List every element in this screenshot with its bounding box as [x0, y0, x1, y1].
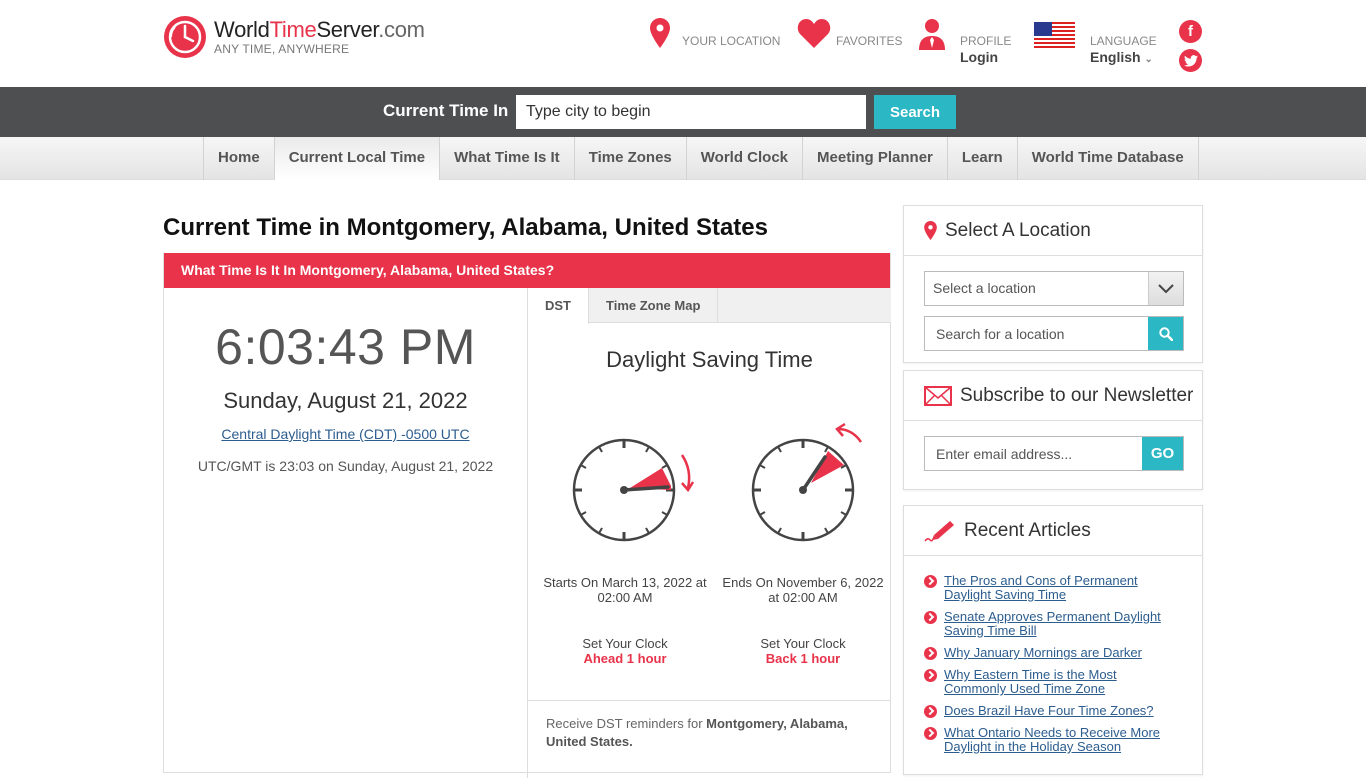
location-select[interactable]: Select a location [924, 271, 1184, 306]
utc-time: UTC/GMT is 23:03 on Sunday, August 21, 2… [197, 458, 494, 474]
dst-tabs: DST Time Zone Map [528, 288, 891, 324]
search-bar: Current Time In Search [0, 87, 1366, 137]
list-item: What Ontario Needs to Receive More Dayli… [924, 726, 1182, 754]
language-label: LANGUAGE [1090, 34, 1157, 48]
list-item: Why January Mornings are Darker [924, 646, 1182, 660]
divider [528, 700, 891, 701]
your-location-link[interactable]: YOUR LOCATION [650, 18, 780, 48]
select-location-box: Select A Location Select a location [903, 205, 1203, 363]
arrow-circle-icon [924, 611, 937, 624]
location-search [924, 316, 1184, 351]
current-date: Sunday, August 21, 2022 [223, 388, 468, 413]
pen-icon [924, 520, 954, 542]
map-pin-icon [650, 18, 670, 48]
nav-home[interactable]: Home [204, 137, 275, 180]
recent-articles-title: Recent Articles [964, 519, 1091, 541]
favorites-label: FAVORITES [836, 34, 903, 48]
end-action: Back 1 hour [765, 651, 841, 666]
article-list: The Pros and Cons of Permanent Daylight … [904, 556, 1202, 754]
current-time: 6:03:43 PM [215, 319, 476, 375]
site-header: WorldTimeServer.com ANY TIME, ANYWHERE Y… [0, 0, 1366, 87]
dst-start-clock-icon [572, 438, 695, 542]
login-link[interactable]: Login [960, 49, 1011, 65]
dst-end-clock-icon [751, 422, 863, 542]
article-link[interactable]: The Pros and Cons of Permanent Daylight … [944, 574, 1182, 602]
facebook-icon[interactable]: f [1179, 20, 1202, 43]
favorites-link[interactable]: FAVORITES [797, 18, 902, 48]
dst-start-set-clock: Set Your Clock Ahead 1 hour [540, 636, 710, 666]
city-search-input[interactable] [516, 95, 866, 129]
arrow-circle-icon [924, 669, 937, 682]
panel-heading: What Time Is It In Montgomery, Alabama, … [164, 253, 890, 288]
map-pin-icon [924, 221, 937, 240]
list-item: Senate Approves Permanent Daylight Savin… [924, 610, 1182, 638]
us-flag-icon [1034, 22, 1075, 48]
set-clock-label: Set Your Clock [760, 636, 846, 651]
newsletter-title: Subscribe to our Newsletter [960, 384, 1194, 406]
article-link[interactable]: Why Eastern Time is the Most Commonly Us… [944, 668, 1182, 696]
language-selector[interactable]: LANGUAGE English ⌄ [1034, 18, 1157, 65]
email-input[interactable] [925, 437, 1142, 470]
nav-current-local-time[interactable]: Current Local Time [274, 137, 441, 180]
search-icon[interactable] [1148, 317, 1183, 350]
heart-icon [797, 19, 831, 48]
arrow-circle-icon [924, 705, 937, 718]
select-location-title: Select A Location [945, 219, 1091, 241]
arrow-circle-icon [924, 575, 937, 588]
timezone-link[interactable]: Central Daylight Time (CDT) -0500 UTC [221, 426, 469, 442]
dst-section: DST Time Zone Map Daylight Saving Time S… [527, 288, 891, 778]
article-link[interactable]: Senate Approves Permanent Daylight Savin… [944, 610, 1182, 638]
your-location-label: YOUR LOCATION [682, 34, 781, 48]
nav-learn[interactable]: Learn [948, 137, 1018, 180]
user-icon [919, 19, 945, 50]
arrow-circle-icon [924, 647, 937, 660]
newsletter-form: GO [924, 436, 1184, 471]
search-label: Current Time In [383, 101, 509, 120]
article-link[interactable]: Does Brazil Have Four Time Zones? [944, 704, 1154, 718]
current-time-section: 6:03:43 PM Sunday, August 21, 2022 Centr… [164, 288, 527, 474]
dst-start-caption: Starts On March 13, 2022 at 02:00 AM [543, 575, 707, 605]
nav-meeting-planner[interactable]: Meeting Planner [803, 137, 948, 180]
profile-link[interactable]: PROFILE Login [919, 18, 1011, 65]
article-link[interactable]: What Ontario Needs to Receive More Dayli… [944, 726, 1182, 754]
time-panel: What Time Is It In Montgomery, Alabama, … [163, 253, 891, 778]
list-item: Does Brazil Have Four Time Zones? [924, 704, 1182, 718]
nav-time-zones[interactable]: Time Zones [575, 137, 687, 180]
dst-end-set-clock: Set Your Clock Back 1 hour [718, 636, 888, 666]
dst-end-caption: Ends On November 6, 2022 at 02:00 AM [722, 575, 884, 605]
dst-title: Daylight Saving Time [606, 347, 813, 372]
location-select-value: Select a location [933, 280, 1036, 296]
chevron-down-icon[interactable] [1148, 272, 1183, 305]
arrow-circle-icon [924, 727, 937, 740]
nav-world-time-database[interactable]: World Time Database [1018, 137, 1199, 180]
location-search-input[interactable] [925, 317, 1148, 350]
language-value: English [1090, 49, 1141, 65]
list-item: The Pros and Cons of Permanent Daylight … [924, 574, 1182, 602]
search-button[interactable]: Search [874, 95, 956, 129]
logo-clock-icon [164, 16, 206, 58]
twitter-icon[interactable] [1179, 49, 1202, 72]
recent-articles-box: Recent Articles The Pros and Cons of Per… [903, 505, 1203, 775]
article-link[interactable]: Why January Mornings are Darker [944, 646, 1142, 660]
tab-time-zone-map[interactable]: Time Zone Map [589, 288, 719, 322]
newsletter-box: Subscribe to our Newsletter GO [903, 370, 1203, 490]
dst-reminder-text: Receive DST reminders for Montgomery, Al… [546, 716, 848, 749]
tab-dst[interactable]: DST [528, 288, 589, 324]
logo-tagline: ANY TIME, ANYWHERE [214, 41, 350, 56]
main-nav: Home Current Local Time What Time Is It … [0, 137, 1366, 180]
start-action: Ahead 1 hour [583, 651, 667, 666]
nav-world-clock[interactable]: World Clock [687, 137, 804, 180]
nav-what-time-is-it[interactable]: What Time Is It [440, 137, 575, 180]
profile-label: PROFILE [960, 34, 1012, 48]
list-item: Why Eastern Time is the Most Commonly Us… [924, 668, 1182, 696]
social-links: f [1179, 20, 1202, 78]
go-button[interactable]: GO [1142, 437, 1183, 470]
envelope-icon [924, 385, 952, 406]
logo-title: WorldTimeServer.com [214, 16, 425, 42]
chevron-down-icon: ⌄ [1144, 54, 1153, 65]
page-title: Current Time in Montgomery, Alabama, Uni… [163, 214, 768, 241]
set-clock-label: Set Your Clock [582, 636, 668, 651]
site-logo[interactable]: WorldTimeServer.com ANY TIME, ANYWHERE [163, 15, 425, 59]
